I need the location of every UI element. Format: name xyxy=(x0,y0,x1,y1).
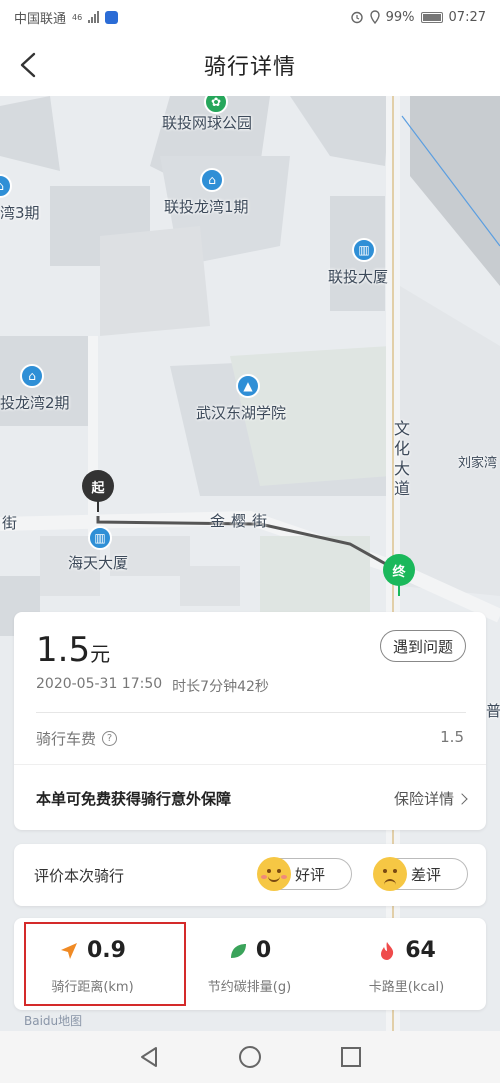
alarm-icon xyxy=(350,11,363,24)
network-type: 46 xyxy=(72,12,83,22)
end-marker: 终 xyxy=(383,554,415,596)
insurance-text: 本单可免费获得骑行意外保障 xyxy=(36,790,232,808)
divider xyxy=(36,712,466,713)
clock-time: 07:27 xyxy=(448,9,486,25)
insurance-link-label: 保险详情 xyxy=(393,790,454,808)
ride-meta: 2020-05-31 17:50 时长7分钟42秒 xyxy=(36,676,269,696)
status-bar: 中国联通 46 99% 07:27 xyxy=(0,0,500,34)
residence-icon: ⌂ xyxy=(20,364,44,388)
calories-value: 64 xyxy=(405,938,436,963)
leaf-icon xyxy=(230,943,246,958)
school-icon: ▲ xyxy=(236,374,260,398)
carbon-label: 节约碳排量(g) xyxy=(207,980,292,995)
map-label-tennis-park: 联投网球公园 xyxy=(162,114,253,132)
good-rating-label: 好评 xyxy=(295,865,326,884)
battery-icon xyxy=(420,11,443,23)
ride-datetime: 2020-05-31 17:50 xyxy=(36,676,163,692)
map-label-wenhua-road: 文化大道 xyxy=(391,420,410,500)
flame-icon xyxy=(381,941,394,960)
map-label-longwan-1: 联投龙湾1期 xyxy=(164,198,249,216)
chevron-right-icon xyxy=(456,792,468,805)
fee-row: 骑行车费 ? xyxy=(36,728,118,749)
map-label-liujiawan: 刘家湾 xyxy=(458,456,498,471)
battery-percent: 99% xyxy=(385,9,415,25)
building-icon: ▥ xyxy=(352,238,376,262)
baidu-map-logo-text: Baidu地图 xyxy=(24,1014,83,1028)
fare-value: 1.5 xyxy=(36,630,91,670)
signal-icon xyxy=(88,11,100,23)
map-label-jie-left: 街 xyxy=(2,514,18,532)
residence-icon: ⌂ xyxy=(200,168,224,192)
fee-label: 骑行车费 xyxy=(36,730,97,748)
rating-card: 评价本次骑行 好评 差评 xyxy=(14,844,486,906)
good-rating-button[interactable]: 好评 xyxy=(257,857,352,891)
map-label-wh-college: 武汉东湖学院 xyxy=(196,404,287,422)
smile-emoji-icon xyxy=(257,857,291,891)
nav-home-icon[interactable] xyxy=(239,1046,261,1068)
bad-rating-label: 差评 xyxy=(411,865,442,884)
fare-card: 1.5元 遇到问题 2020-05-31 17:50 时长7分钟42秒 骑行车费… xyxy=(14,612,486,830)
back-arrow-icon xyxy=(20,52,36,78)
map-label-lt-building: 联投大厦 xyxy=(328,268,389,286)
nav-bar: 骑行详情 xyxy=(0,34,500,96)
fare-unit: 元 xyxy=(90,642,111,666)
report-issue-button[interactable]: 遇到问题 xyxy=(380,630,466,662)
insurance-details-link[interactable]: 保险详情 xyxy=(393,788,468,809)
page-title: 骑行详情 xyxy=(203,55,296,80)
angry-emoji-icon xyxy=(373,857,407,891)
map-label-longwan-3: 湾3期 xyxy=(0,204,40,222)
divider xyxy=(14,764,486,765)
baidu-map-logo: Baidu地图 xyxy=(24,1012,82,1029)
calories-label: 卡路里(kcal) xyxy=(368,980,445,995)
help-icon[interactable]: ? xyxy=(102,731,118,746)
stat-carbon: 0 节约碳排量(g) xyxy=(171,918,328,1010)
stat-calories: 64 卡路里(kcal) xyxy=(328,918,485,1010)
highlight-box xyxy=(24,922,186,1006)
fare-amount: 1.5元 xyxy=(36,630,110,670)
start-marker: 起 xyxy=(82,470,114,512)
carbon-value: 0 xyxy=(255,938,272,963)
bad-rating-button[interactable]: 差评 xyxy=(373,857,468,891)
map-label-haitian-building: 海天大厦 xyxy=(68,554,129,572)
nav-back-icon[interactable] xyxy=(139,1046,159,1068)
map-label-jinying-street: 金樱街 xyxy=(210,512,274,530)
rating-title: 评价本次骑行 xyxy=(34,867,125,885)
ride-duration: 时长7分钟42秒 xyxy=(172,679,269,695)
fee-value: 1.5 xyxy=(440,728,464,746)
building-icon: ▥ xyxy=(88,526,112,550)
carrier-name: 中国联通 xyxy=(14,11,67,27)
location-icon xyxy=(369,10,380,24)
map-label-pu: 普 xyxy=(486,702,500,720)
map-label-longwan-2: 投龙湾2期 xyxy=(0,394,70,412)
back-button[interactable] xyxy=(14,46,50,84)
nav-recent-icon[interactable] xyxy=(341,1047,361,1067)
shield-icon xyxy=(105,10,119,24)
system-nav-bar xyxy=(0,1031,500,1083)
